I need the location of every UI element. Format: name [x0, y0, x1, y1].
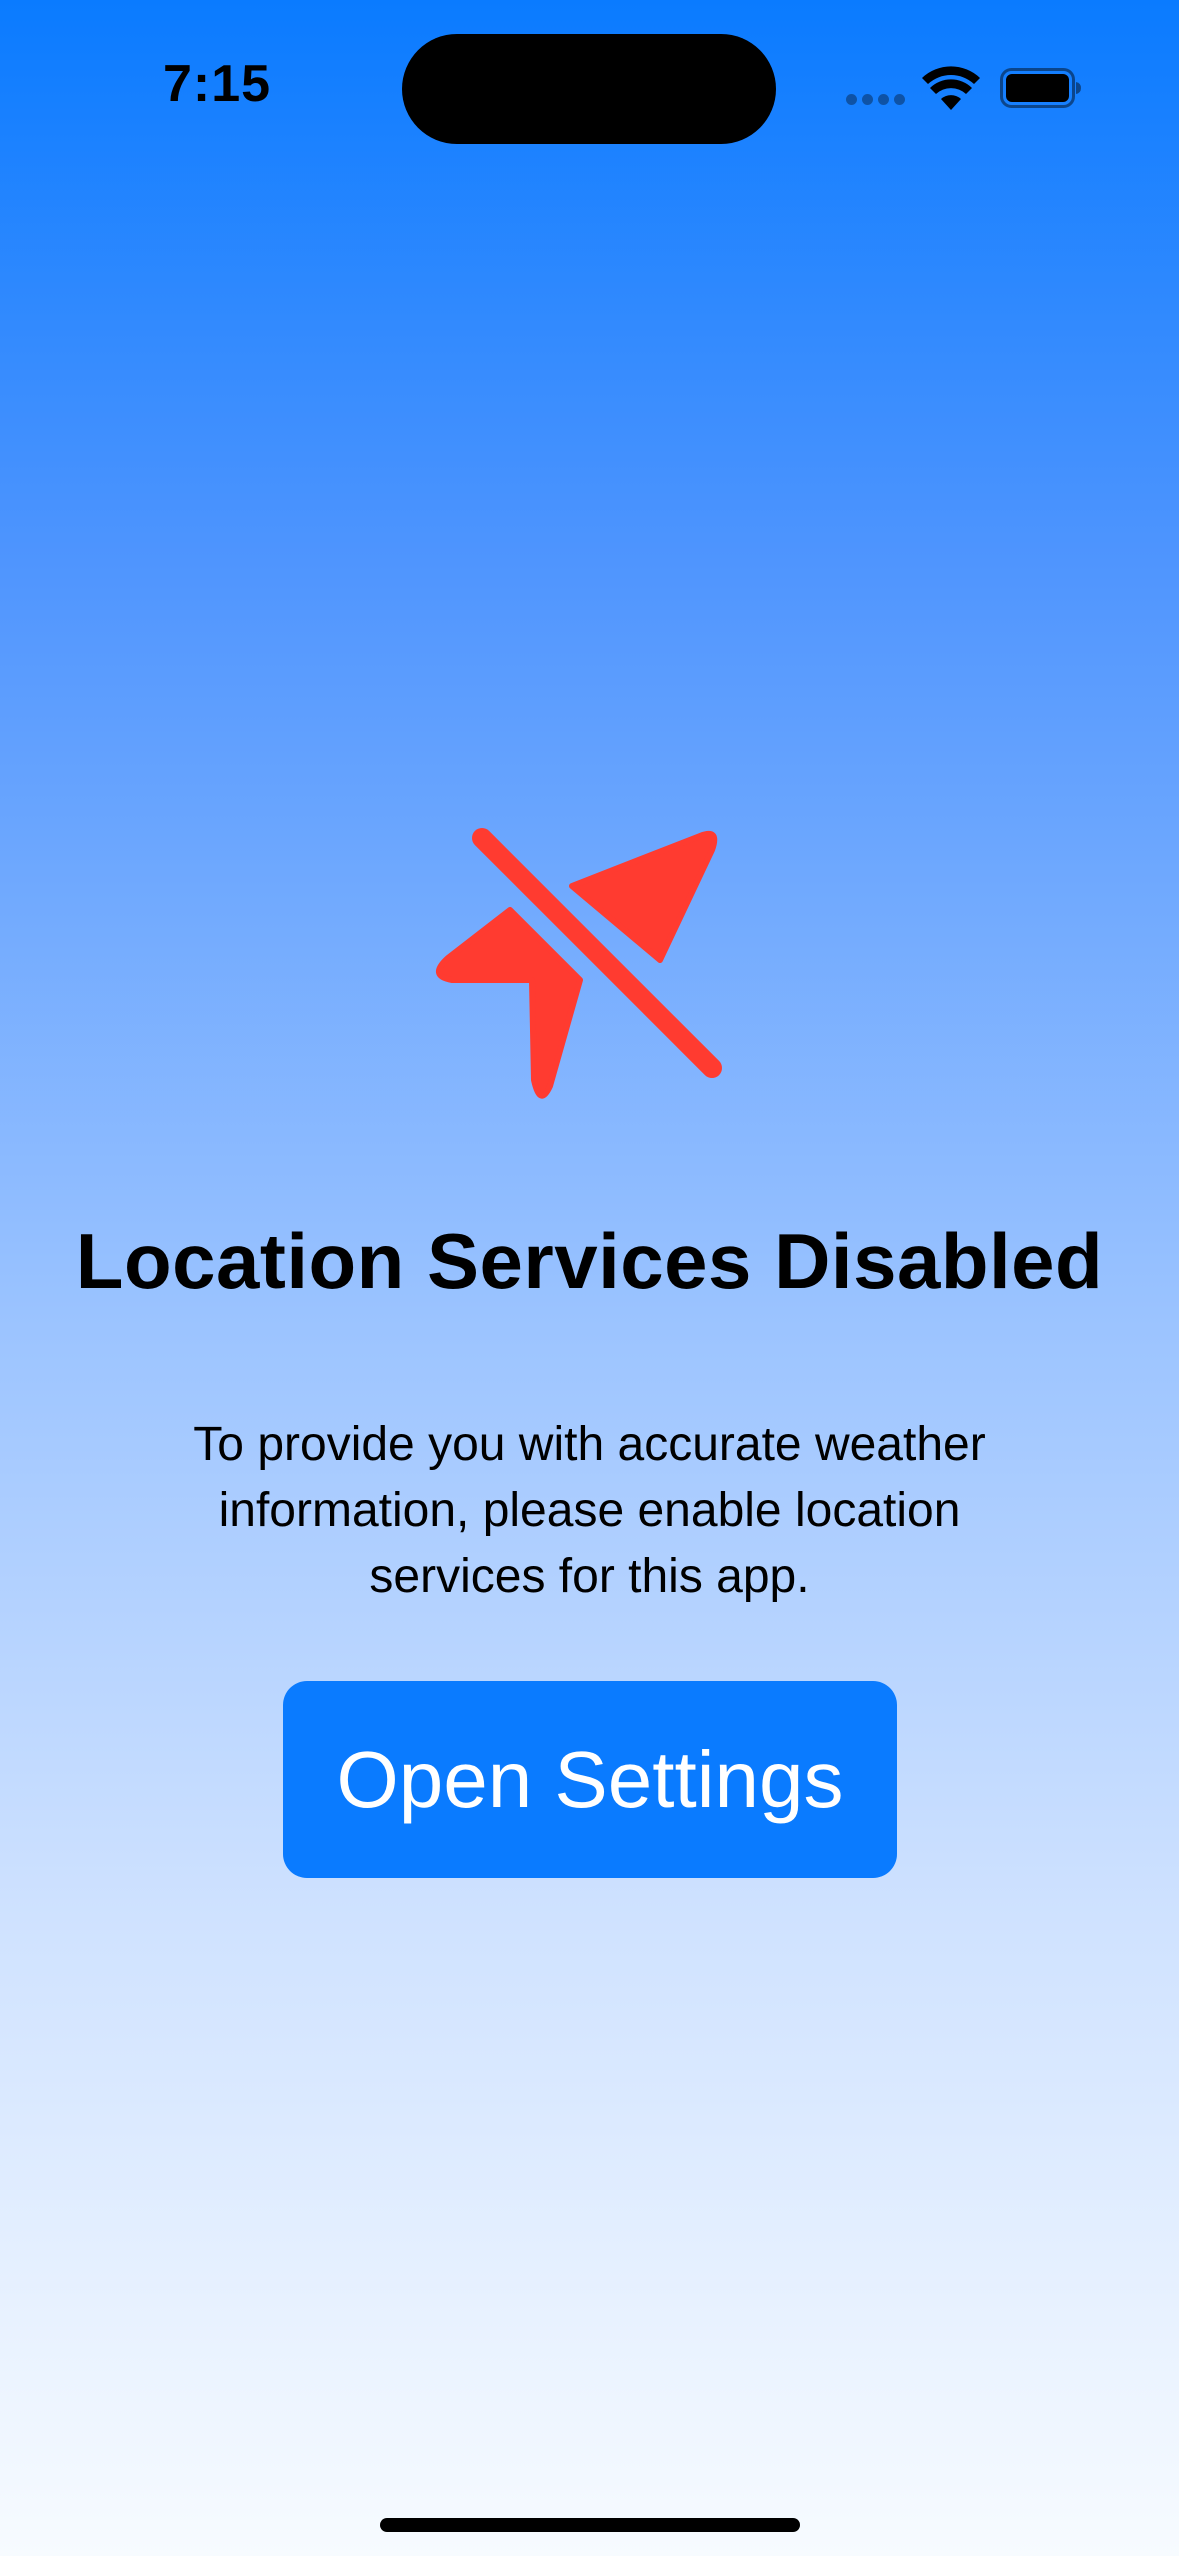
wifi-icon	[922, 66, 980, 110]
dynamic-island	[402, 34, 776, 144]
battery-icon	[1000, 68, 1081, 108]
cellular-icon	[846, 94, 905, 105]
page-title: Location Services Disabled	[75, 1217, 1104, 1305]
description-text: To provide you with accurate weather inf…	[193, 1418, 986, 1603]
location-slash-icon	[436, 828, 722, 1099]
open-settings-button[interactable]: Open Settings	[283, 1681, 897, 1878]
screen: 7:15 Location Services Disabled To provi…	[0, 0, 1179, 2556]
home-indicator[interactable]	[380, 2518, 800, 2532]
status-time: 7:15	[163, 55, 272, 113]
